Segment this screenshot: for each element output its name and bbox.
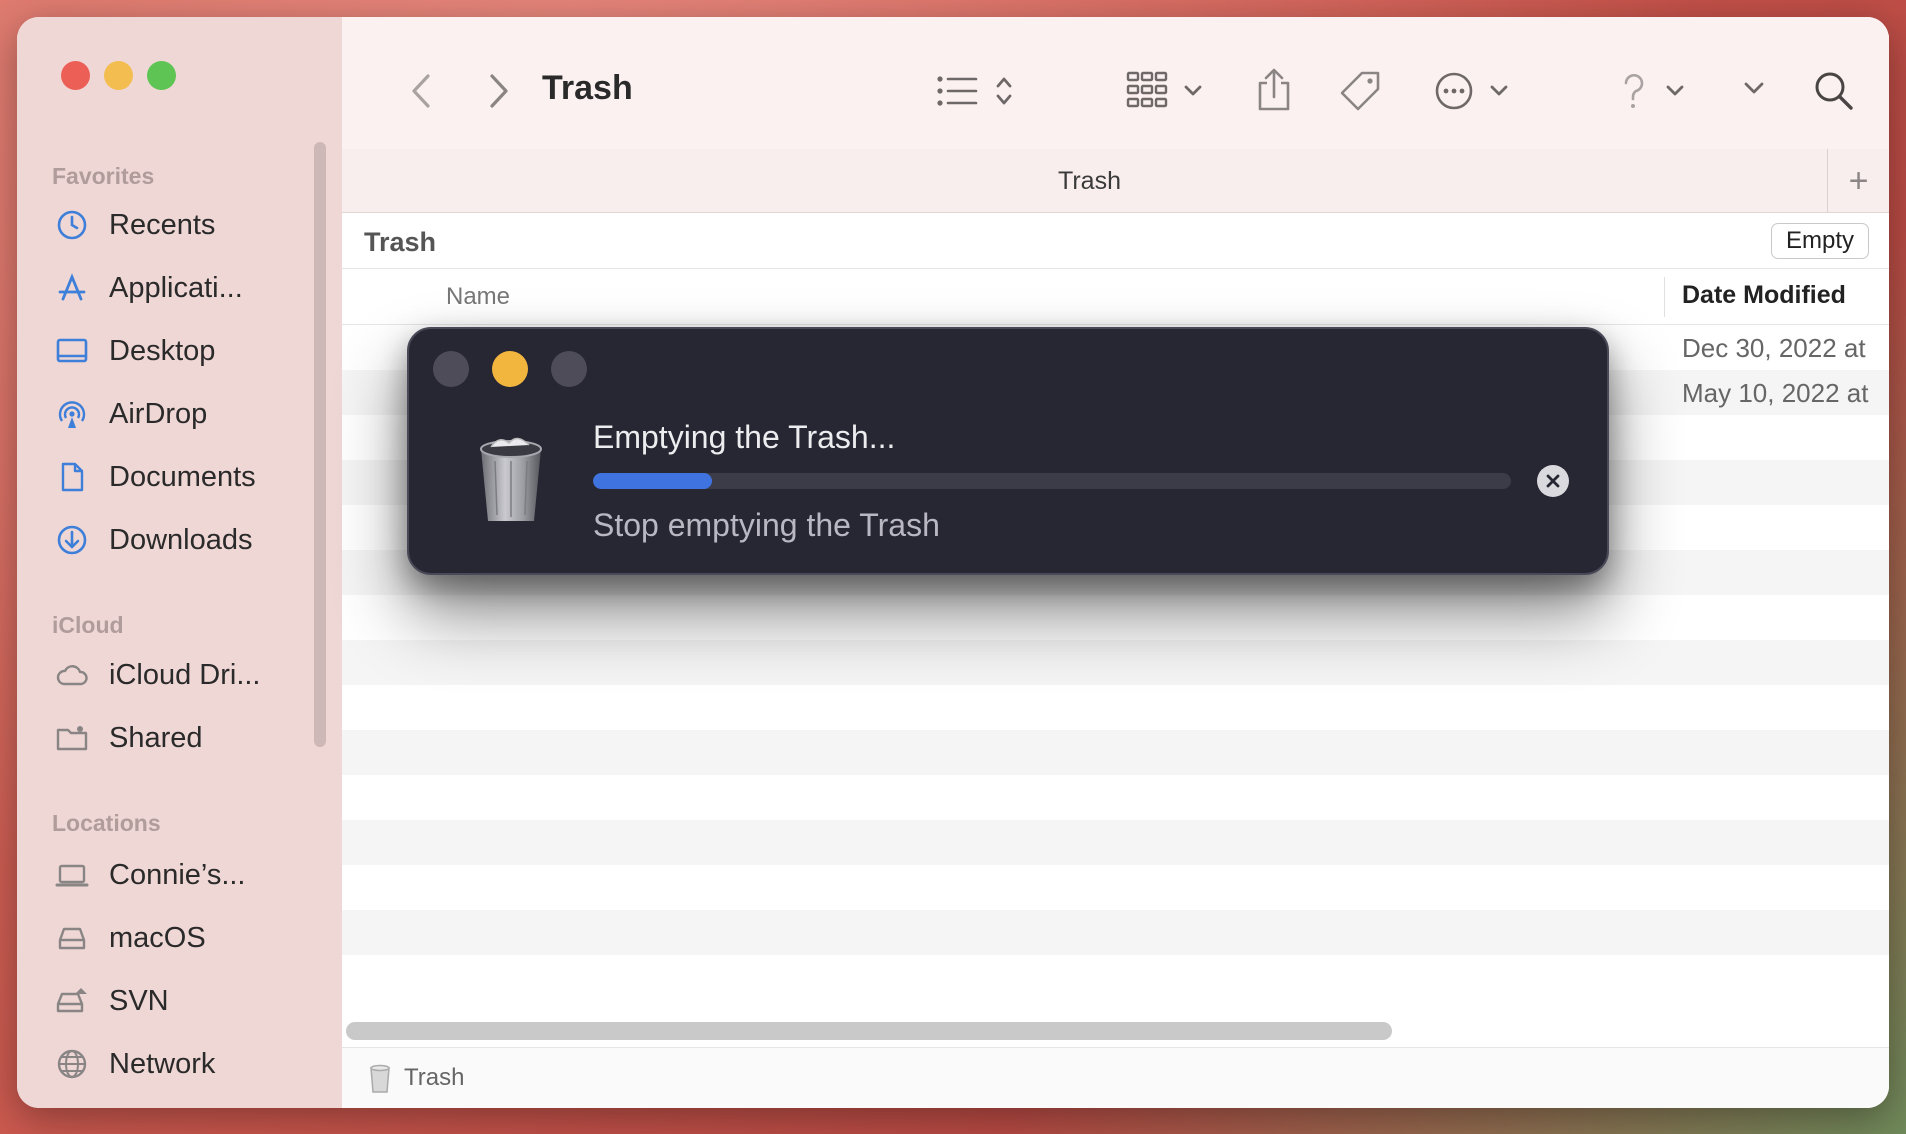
clock-icon <box>57 210 87 240</box>
cancel-empty-button[interactable] <box>1537 465 1569 497</box>
trash-can-icon <box>480 437 542 521</box>
desktop-icon <box>56 338 88 363</box>
trash-icon <box>370 1064 390 1093</box>
sidebar-item-desktop[interactable]: Desktop <box>55 326 315 376</box>
disk-icon <box>58 927 86 950</box>
sidebar-item-downloads[interactable]: Downloads <box>55 515 315 565</box>
column-header: Name Date Modified <box>342 269 1889 325</box>
column-header-name[interactable]: Name <box>446 283 510 311</box>
sidebar-item-documents[interactable]: Documents <box>55 452 315 502</box>
download-icon <box>57 525 87 555</box>
sidebar-item-recents[interactable]: Recents <box>55 200 315 250</box>
sidebar-item-label: Shared <box>109 721 203 754</box>
list-view-icon[interactable] <box>936 71 1022 111</box>
laptop-icon <box>55 864 89 887</box>
chevron-left-icon[interactable] <box>408 72 434 110</box>
sidebar-item-label: Connie’s... <box>109 858 246 891</box>
sidebar-item-connies-mac[interactable]: Connie’s... <box>55 850 315 900</box>
sidebar-item-label: AirDrop <box>109 397 208 430</box>
empty-trash-progress-dialog: Emptying the Trash... Stop emptying the … <box>407 327 1609 575</box>
plus-icon: + <box>1848 161 1869 200</box>
sidebar-item-label: Desktop <box>109 334 216 367</box>
globe-icon <box>57 1049 87 1079</box>
dialog-zoom-button <box>551 351 587 387</box>
row-date: May 10, 2022 at <box>1682 378 1869 408</box>
sidebar-item-label: iCloud Dri... <box>109 658 261 691</box>
toolbar: Trash <box>342 17 1889 149</box>
sidebar-item-label: Network <box>109 1047 216 1080</box>
tab-bar: Trash + <box>342 149 1889 213</box>
tab-trash[interactable]: Trash <box>342 167 1837 196</box>
empty-row <box>342 955 1889 1000</box>
horizontal-scrollbar[interactable] <box>346 1022 1392 1040</box>
empty-trash-button[interactable]: Empty <box>1770 223 1869 259</box>
empty-row <box>342 865 1889 910</box>
grid-group-icon[interactable] <box>1126 69 1212 113</box>
column-divider[interactable] <box>1664 277 1665 317</box>
zoom-window-button[interactable] <box>147 61 176 90</box>
share-icon[interactable] <box>1254 67 1294 113</box>
chevron-down-icon[interactable] <box>1742 79 1766 99</box>
dialog-window-controls <box>433 351 587 387</box>
sidebar: Favorites Recents Applicati... Desktop A… <box>17 17 342 1108</box>
empty-row <box>342 685 1889 730</box>
shared-folder-icon <box>56 726 88 751</box>
row-date: Dec 30, 2022 at <box>1682 333 1866 363</box>
empty-row <box>342 910 1889 955</box>
sidebar-item-label: Downloads <box>109 523 253 556</box>
sidebar-item-label: Recents <box>109 208 216 241</box>
dialog-minimize-button[interactable] <box>492 351 528 387</box>
document-icon <box>61 462 84 492</box>
sidebar-item-shared[interactable]: Shared <box>55 713 315 763</box>
chevron-right-icon[interactable] <box>486 72 512 110</box>
search-icon[interactable] <box>1812 69 1856 113</box>
sidebar-item-icloud-drive[interactable]: iCloud Dri... <box>55 650 315 700</box>
tag-icon[interactable] <box>1338 69 1384 115</box>
sidebar-scrollbar[interactable] <box>314 142 326 747</box>
status-path-label: Trash <box>404 1064 465 1091</box>
status-bar: Trash <box>342 1047 1889 1108</box>
sidebar-item-label: Documents <box>109 460 256 493</box>
empty-row <box>342 730 1889 775</box>
dialog-title: Emptying the Trash... <box>593 419 896 455</box>
progress-bar <box>593 473 1511 489</box>
window-controls <box>61 61 176 90</box>
ellipsis-circle-icon[interactable] <box>1434 69 1518 113</box>
sidebar-item-airdrop[interactable]: AirDrop <box>55 389 315 439</box>
empty-row <box>342 820 1889 865</box>
progress-fill <box>593 473 713 489</box>
close-window-button[interactable] <box>61 61 90 90</box>
empty-row <box>342 640 1889 685</box>
sidebar-item-network[interactable]: Network <box>55 1039 315 1089</box>
sidebar-item-applications[interactable]: Applicati... <box>55 263 315 313</box>
dialog-close-button <box>433 351 469 387</box>
sidebar-item-svn[interactable]: SVN <box>55 976 315 1026</box>
empty-row <box>342 775 1889 820</box>
path-header: Trash Empty <box>342 213 1889 269</box>
cloud-icon <box>56 665 88 686</box>
window-title: Trash <box>542 69 633 107</box>
stop-emptying-label: Stop emptying the Trash <box>593 507 940 543</box>
sidebar-item-label: macOS <box>109 921 206 954</box>
sidebar-section-favorites: Favorites <box>52 163 155 189</box>
sidebar-item-label: SVN <box>109 984 169 1017</box>
empty-row <box>342 595 1889 640</box>
add-tab-button[interactable]: + <box>1827 149 1889 213</box>
column-header-date-modified[interactable]: Date Modified <box>1682 281 1846 310</box>
question-icon[interactable] <box>1620 69 1700 113</box>
sidebar-section-locations: Locations <box>52 810 161 836</box>
finder-window: Favorites Recents Applicati... Desktop A… <box>17 17 1889 1108</box>
eject-disk-icon <box>56 988 87 1013</box>
path-title: Trash <box>364 227 437 257</box>
close-circle-icon <box>1546 474 1560 488</box>
applications-icon <box>58 273 86 301</box>
airdrop-icon <box>58 401 86 428</box>
sidebar-section-icloud: iCloud <box>52 612 124 638</box>
sidebar-item-label: Applicati... <box>109 271 243 304</box>
sidebar-item-macos[interactable]: macOS <box>55 913 315 963</box>
minimize-window-button[interactable] <box>104 61 133 90</box>
